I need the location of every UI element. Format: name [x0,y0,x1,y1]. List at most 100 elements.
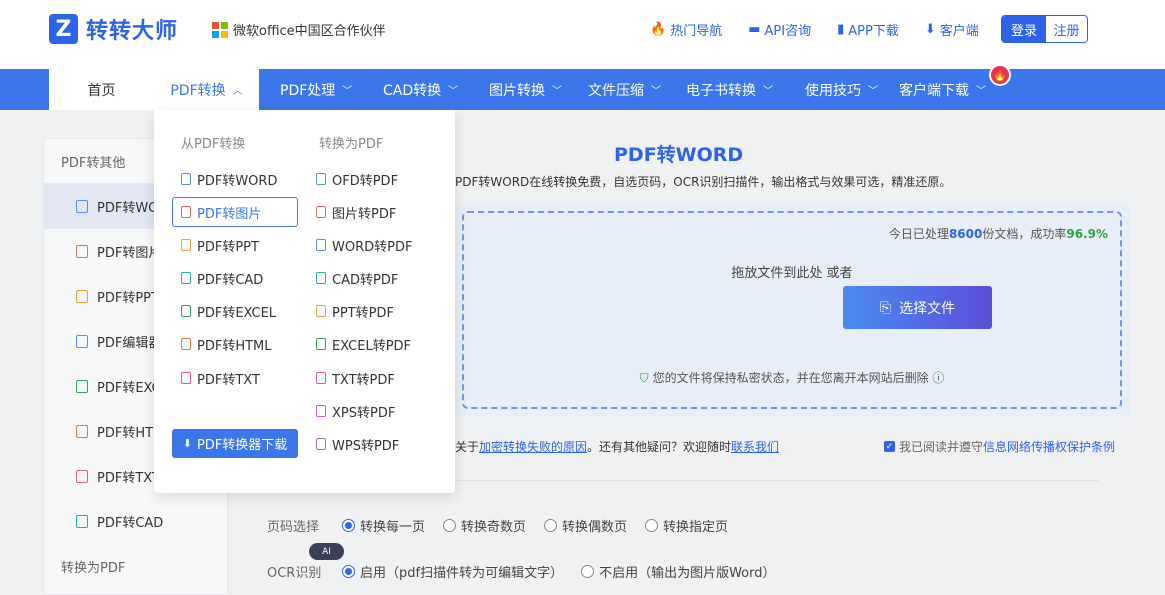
menu-item-pdf-ppt[interactable]: PDF转PPT [181,230,259,260]
menu-item-label: 图片转PDF [332,206,397,222]
toplink-api[interactable]: ▬ API咨询 [748,20,811,39]
file-icon [76,290,88,303]
toplink-hot-nav[interactable]: 🔥 热门导航 [650,20,722,39]
partner-badge: 微软office中国区合作伙伴 [212,20,386,39]
file-icon [181,338,191,350]
nav-label: 图片转换 [489,82,545,99]
file-icon [181,372,191,384]
regulation-link[interactable]: 信息网络传播权保护条例 [983,438,1115,455]
encryption-failure-link[interactable]: 加密转换失败的原因 [479,440,587,454]
shield-icon: ⛉ [639,371,649,385]
file-icon [76,515,88,528]
nav-image[interactable]: 图片转换 ﹀ [489,69,562,110]
choose-file-button[interactable]: ⎘ 选择文件 [843,286,992,329]
toplink-app[interactable]: ▮ APP下载 [837,20,899,39]
stat-mid: 份文档，成功率 [982,227,1067,241]
toplink-label: 热门导航 [670,24,723,39]
upload-area[interactable]: 今日已处理8600份文档，成功率96.9% 拖放文件到此处 或者 ⎘ 选择文件 ⛉… [454,203,1130,417]
radio-button[interactable] [342,565,355,578]
radio-button[interactable] [443,519,457,532]
radio-button[interactable] [544,519,558,532]
file-icon [76,470,88,483]
menu-item-word-pdf[interactable]: WORD转PDF [316,230,412,260]
pdf-converter-download-button[interactable]: ⬇ PDF转换器下载 [172,429,298,458]
drop-zone[interactable]: 今日已处理8600份文档，成功率96.9% 拖放文件到此处 或者 ⎘ 选择文件 ⛉… [462,211,1122,409]
radio-ocr-enable[interactable]: 启用（pdf扫描件转为可编辑文字） [342,562,563,581]
login-button[interactable]: 登录 [1002,16,1046,42]
menu-item-pdf-excel[interactable]: PDF转EXCEL [181,296,276,326]
nav-client-download[interactable]: 客户端下载 ﹀ [899,69,986,110]
menu-item-pdf-image[interactable]: PDF转图片 [172,197,298,227]
register-button[interactable]: 注册 [1046,16,1087,42]
radio-odd-pages[interactable]: 转换奇数页 [443,516,526,535]
menu-item-label: PDF转图片 [197,206,262,222]
nav-tips[interactable]: 使用技巧 ﹀ [805,69,878,110]
file-icon [76,245,88,258]
menu-item-ppt-pdf[interactable]: PPT转PDF [316,296,394,326]
toplink-label: API咨询 [764,24,812,39]
nav-label: 使用技巧 [805,82,861,99]
menu-item-image-pdf[interactable]: 图片转PDF [316,197,396,227]
nav-cad[interactable]: CAD转换 ﹀ [383,69,458,110]
note-mid: 。还有其他疑问？欢迎随时 [587,440,732,454]
radio-every-page[interactable]: 转换每一页 [342,516,425,535]
menu-item-pdf-cad[interactable]: PDF转CAD [181,263,263,293]
contact-us-link[interactable]: 联系我们 [731,440,779,454]
file-icon [316,173,326,185]
toplink-label: 客户端 [939,24,979,39]
to-pdf-heading: 转换为PDF [319,137,384,152]
chevron-down-icon: ﹀ [976,86,986,97]
nav-compress[interactable]: 文件压缩 ﹀ [588,69,661,110]
sidebar-item-label: PDF转PPT [97,291,159,306]
agreement-checkbox[interactable]: ✓ [884,441,895,452]
menu-item-label: TXT转PDF [332,372,395,388]
radio-button[interactable] [342,519,355,532]
ocr-label: OCR识别 [267,566,322,581]
sidebar-item-pdf-cad[interactable]: PDF转CAD [44,499,227,544]
pdf-convert-dropdown: 从PDF转换 转换为PDF PDF转WORD PDF转图片 PDF转PPT PD… [154,110,455,493]
menu-item-label: WORD转PDF [332,239,413,255]
radio-button[interactable] [581,565,595,578]
agreement[interactable]: ✓ 我已阅读并遵守 信息网络传播权保护条例 [884,438,1115,455]
toplink-label: APP下载 [848,24,899,39]
menu-item-txt-pdf[interactable]: TXT转PDF [316,363,395,393]
nav-pdf-process[interactable]: PDF处理 ﹀ [280,69,352,110]
drop-text: 拖放文件到此处 或者 [731,266,853,281]
chevron-down-icon: ﹀ [651,86,661,97]
menu-item-pdf-html[interactable]: PDF转HTML [181,329,272,359]
menu-item-wps-pdf[interactable]: WPS转PDF [316,429,399,459]
nav-pdf-convert[interactable]: PDF转换 ︿ [154,69,259,110]
sidebar-item-label: PDF编辑器 [97,336,162,351]
radio-button[interactable] [645,519,659,532]
logo-icon: Z [49,14,78,44]
radio-specified-pages[interactable]: 转换指定页 [645,516,728,535]
nav-home[interactable]: 首页 [49,69,154,110]
menu-item-label: OFD转PDF [332,173,399,189]
header: Z 转转大师 微软office中国区合作伙伴 🔥 热门导航 ▬ API咨询 ▮ APP… [0,0,1165,69]
logo[interactable]: Z 转转大师 [49,13,178,45]
menu-item-pdf-txt[interactable]: PDF转TXT [181,363,260,393]
chevron-down-icon: ﹀ [868,86,878,97]
info-icon[interactable]: ⓘ [932,371,944,385]
menu-item-label: PDF转EXCEL [197,305,277,321]
file-icon [316,305,326,317]
toplink-client[interactable]: ⬇ 客户端 [925,20,979,39]
radio-ocr-disable[interactable]: 不启用（输出为图片版Word） [581,562,776,581]
page-select-label: 页码选择 [267,520,320,535]
sidebar-item-label: PDF转CAD [97,516,164,531]
menu-item-excel-pdf[interactable]: EXCEL转PDF [316,329,411,359]
menu-item-xps-pdf[interactable]: XPS转PDF [316,396,395,426]
menu-item-label: WPS转PDF [332,438,400,454]
radio-even-pages[interactable]: 转换偶数页 [544,516,627,535]
main-nav: 首页 PDF转换 ︿ PDF处理 ﹀ CAD转换 ﹀ 图片转换 ﹀ 文件压缩 ﹀ 电子书转… [0,64,1165,110]
file-icon [76,380,88,393]
menu-item-cad-pdf[interactable]: CAD转PDF [316,263,398,293]
menu-item-pdf-word[interactable]: PDF转WORD [181,164,277,194]
page-description: PDF转WORD在线转换免费，自选页码，OCR识别扫描件，输出格式与效果可选，精… [455,175,952,189]
nav-label: 电子书转换 [686,82,756,99]
privacy-note: ⛉ 您的文件将保持私密状态，并在您离开本网站后删除 ⓘ [464,369,1120,386]
nav-ebook[interactable]: 电子书转换 ﹀ [686,69,773,110]
menu-item-ofd-pdf[interactable]: OFD转PDF [316,164,398,194]
file-icon [316,438,326,450]
file-icon [181,272,191,284]
